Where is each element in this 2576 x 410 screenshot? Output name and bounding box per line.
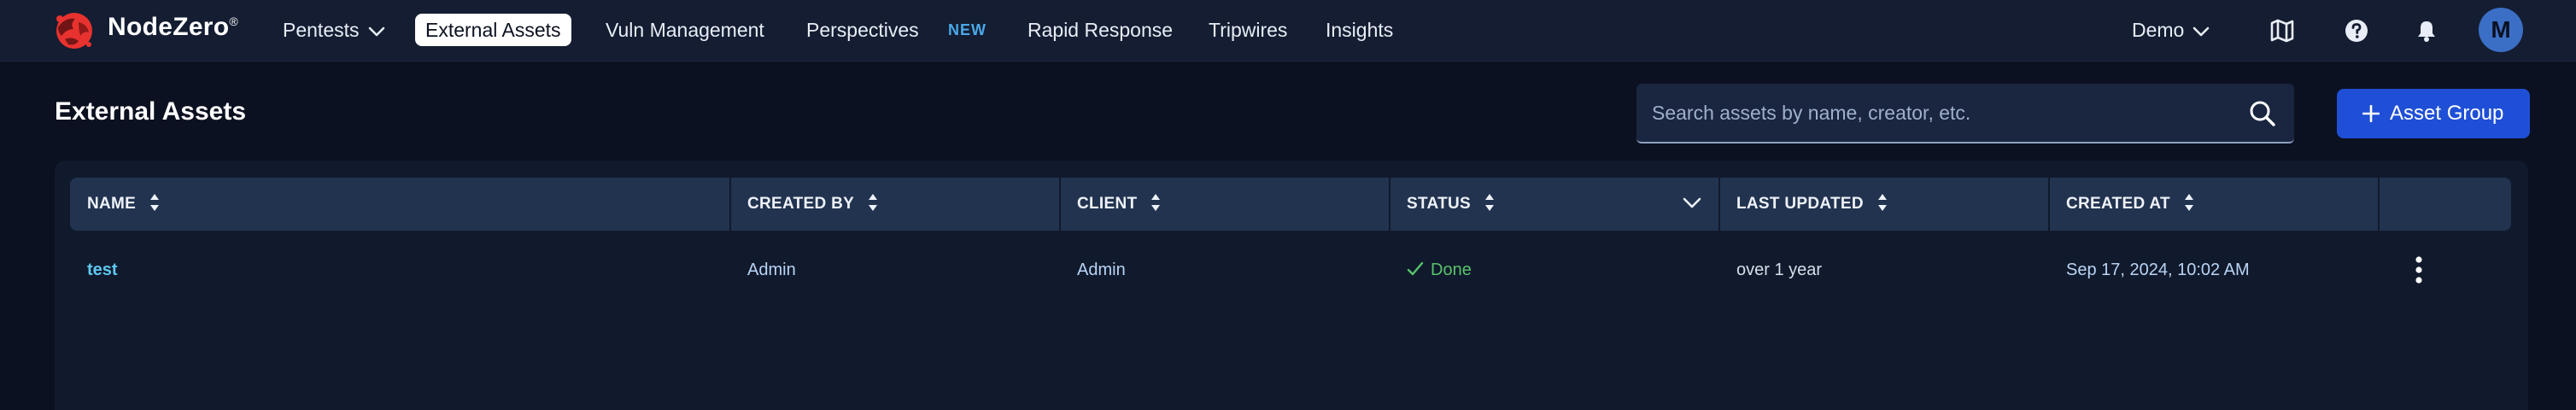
nav-item-perspectives[interactable]: Perspectives bbox=[806, 15, 919, 44]
nav-item-label: Pentests bbox=[283, 19, 360, 41]
nav-item-label: Perspectives bbox=[806, 19, 919, 41]
nav-item-pentests[interactable]: Pentests bbox=[283, 15, 385, 44]
plus-icon bbox=[2362, 105, 2380, 122]
nav-item-external-assets[interactable]: External Assets bbox=[415, 14, 571, 46]
nav-item-label: Tripwires bbox=[1209, 19, 1288, 41]
help-icon[interactable] bbox=[2343, 17, 2370, 44]
column-header-created-by[interactable]: CREATED BY bbox=[747, 178, 878, 231]
asset-name-link[interactable]: test bbox=[87, 258, 118, 282]
map-icon[interactable] bbox=[2269, 17, 2296, 44]
nav-item-label: Vuln Management bbox=[606, 19, 764, 41]
column-divider bbox=[729, 178, 731, 231]
check-icon bbox=[1407, 261, 1424, 275]
column-header-label: CREATED BY bbox=[747, 195, 855, 213]
column-divider bbox=[1059, 178, 1061, 231]
nav-item-tripwires[interactable]: Tripwires bbox=[1209, 15, 1287, 44]
user-avatar[interactable]: M bbox=[2479, 8, 2523, 52]
more-actions-icon[interactable] bbox=[2409, 255, 2429, 285]
column-divider bbox=[2378, 178, 2380, 231]
add-asset-group-label: Asset Group bbox=[2390, 102, 2504, 125]
column-divider bbox=[1718, 178, 1720, 231]
column-header-label: LAST UPDATED bbox=[1736, 195, 1864, 213]
account-switcher[interactable]: Demo bbox=[2132, 15, 2210, 44]
status-cell: Done bbox=[1407, 258, 1472, 282]
brand-name[interactable]: NodeZero® bbox=[108, 13, 238, 42]
nav-item-insights[interactable]: Insights bbox=[1326, 15, 1393, 44]
brand-text: NodeZero bbox=[108, 13, 230, 41]
sort-icon[interactable] bbox=[1484, 193, 1495, 212]
nav-item-label: Rapid Response bbox=[1027, 19, 1174, 41]
column-divider bbox=[1389, 178, 1390, 231]
search-icon[interactable] bbox=[2248, 99, 2277, 128]
client-cell: Admin bbox=[1077, 261, 1126, 279]
page-title: External Assets bbox=[55, 97, 247, 126]
column-header-label: CLIENT bbox=[1077, 195, 1138, 213]
sort-icon[interactable] bbox=[2184, 193, 2194, 212]
status-filter-chevron-down-icon[interactable] bbox=[1683, 196, 1701, 210]
last-updated-cell: over 1 year bbox=[1736, 261, 1823, 279]
sort-icon[interactable] bbox=[868, 193, 878, 212]
sort-icon[interactable] bbox=[149, 193, 160, 212]
chevron-down-icon bbox=[368, 26, 384, 37]
created-at-cell: Sep 17, 2024, 10:02 AM bbox=[2066, 261, 2250, 279]
sort-icon[interactable] bbox=[1150, 193, 1161, 212]
nodezero-logo-icon[interactable] bbox=[53, 10, 96, 51]
column-header-label: STATUS bbox=[1407, 195, 1471, 213]
sort-icon[interactable] bbox=[1877, 193, 1888, 212]
column-header-name[interactable]: NAME bbox=[87, 178, 160, 231]
nav-item-label: Insights bbox=[1326, 19, 1394, 41]
column-divider bbox=[2048, 178, 2050, 231]
account-label: Demo bbox=[2132, 19, 2185, 41]
nav-item-rapid-response[interactable]: Rapid Response bbox=[1027, 15, 1173, 44]
column-header-last-updated[interactable]: LAST UPDATED bbox=[1736, 178, 1888, 231]
search-input[interactable] bbox=[1652, 96, 2233, 130]
column-header-client[interactable]: CLIENT bbox=[1077, 178, 1161, 231]
column-header-label: CREATED AT bbox=[2066, 195, 2170, 213]
brand-registered-mark: ® bbox=[229, 15, 239, 28]
search-box[interactable] bbox=[1636, 84, 2294, 144]
column-header-created-at[interactable]: CREATED AT bbox=[2066, 178, 2194, 231]
chevron-down-icon bbox=[2193, 26, 2210, 37]
top-navigation-bar: NodeZero® Pentests External Assets Vuln … bbox=[0, 0, 2576, 62]
nav-item-label: External Assets bbox=[425, 19, 561, 41]
table-header: NAME CREATED BY CLIENT STATUS LAST UPDAT… bbox=[70, 178, 2511, 231]
bell-icon[interactable] bbox=[2413, 17, 2440, 44]
new-badge: NEW bbox=[948, 21, 986, 38]
status-label: Done bbox=[1431, 261, 1472, 279]
nav-item-vuln-management[interactable]: Vuln Management bbox=[606, 15, 764, 44]
add-asset-group-button[interactable]: Asset Group bbox=[2337, 89, 2530, 138]
column-header-status[interactable]: STATUS bbox=[1407, 178, 1495, 231]
created-by-cell: Admin bbox=[747, 261, 796, 279]
column-header-label: NAME bbox=[87, 195, 137, 213]
